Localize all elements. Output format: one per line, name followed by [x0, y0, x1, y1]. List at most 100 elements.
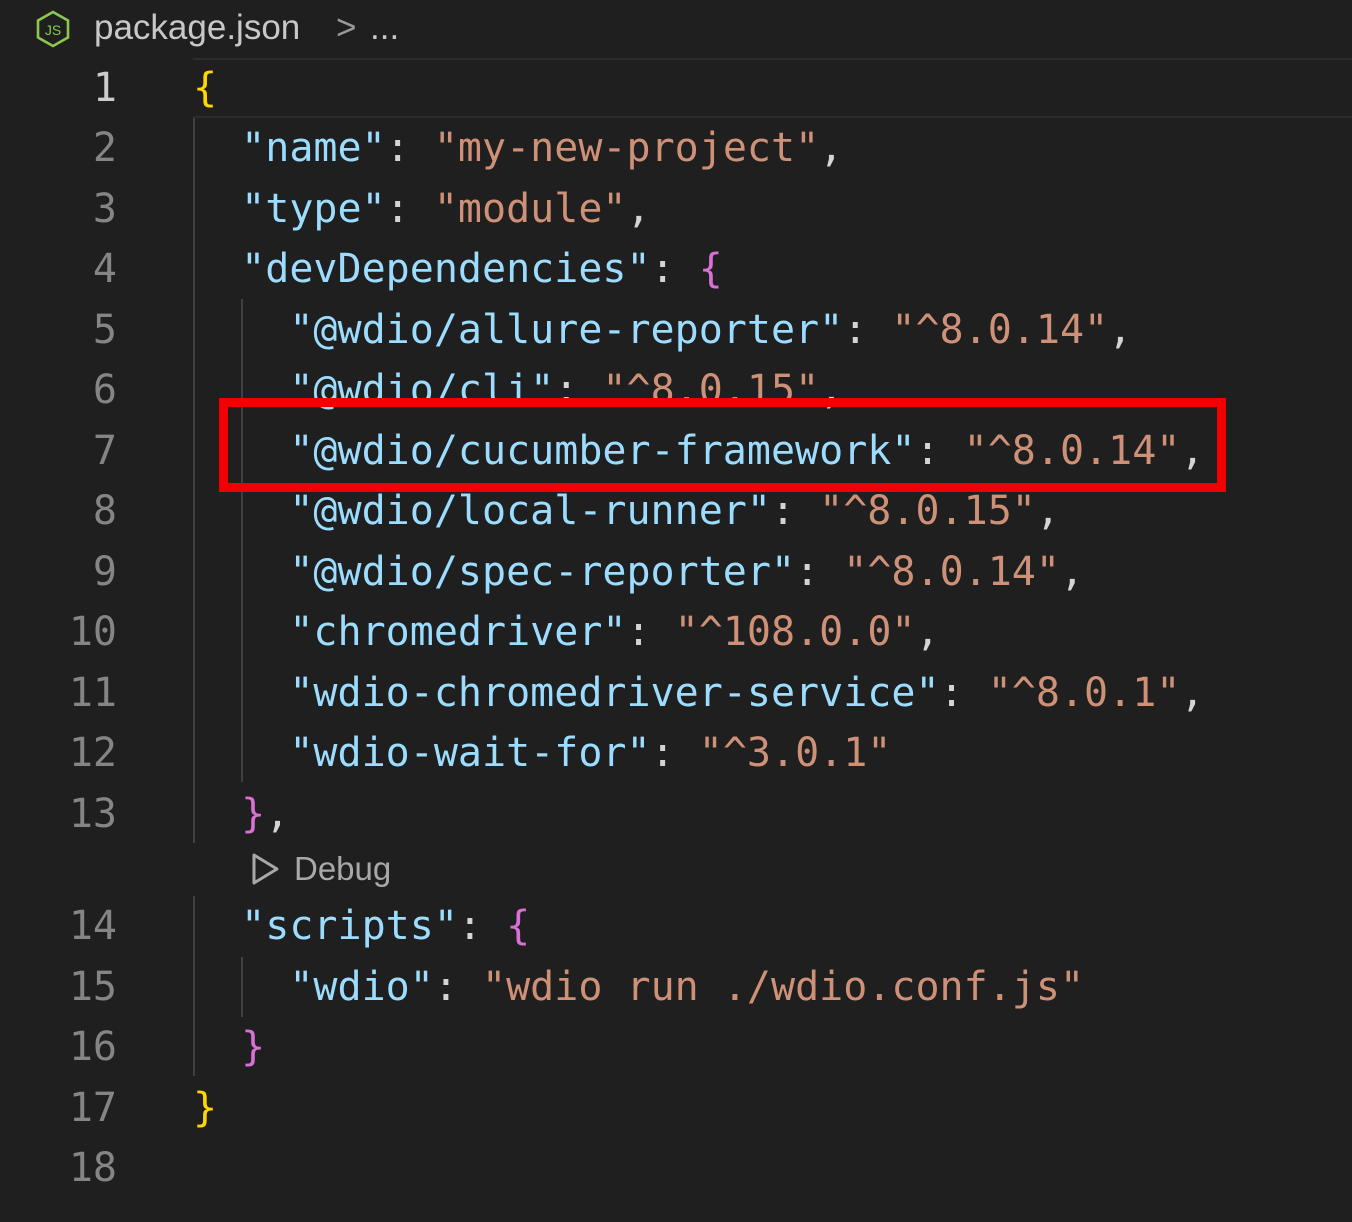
- colon: :: [650, 730, 699, 776]
- code-line: 16 }: [0, 1017, 1352, 1077]
- json-key: "wdio-chromedriver-service": [289, 670, 940, 716]
- line-number: 1: [92, 65, 117, 111]
- line-code: "wdio-chromedriver-service": "^8.0.1",: [193, 663, 1204, 723]
- svg-text:JS: JS: [45, 22, 61, 38]
- open-brace: {: [193, 65, 218, 111]
- json-value: "^8.0.1": [987, 670, 1181, 716]
- code-line: 17 }: [0, 1078, 1352, 1138]
- comma: ,: [1180, 428, 1205, 474]
- comma: ,: [1035, 488, 1060, 534]
- colon: :: [770, 488, 820, 534]
- close-brace: }: [241, 1024, 266, 1070]
- line-code: {: [193, 58, 217, 118]
- colon: :: [843, 307, 892, 353]
- line-code: "devDependencies": {: [193, 239, 723, 299]
- colon: :: [915, 428, 964, 474]
- colon: :: [433, 964, 482, 1010]
- json-key: "wdio": [289, 964, 434, 1010]
- json-key: "wdio-wait-for": [289, 730, 651, 776]
- chevron-right-icon: >: [336, 8, 357, 47]
- colon: :: [385, 186, 434, 232]
- colon: :: [650, 246, 699, 292]
- code-line: 3 "type": "module",: [0, 179, 1352, 239]
- json-value: "^8.0.14": [963, 428, 1181, 474]
- line-number: 6: [92, 367, 117, 413]
- open-brace: {: [506, 903, 531, 949]
- line-code: "chromedriver": "^108.0.0",: [193, 602, 940, 662]
- comma: ,: [819, 125, 844, 171]
- json-key: "@wdio/allure-reporter": [289, 307, 844, 353]
- line-number: 14: [68, 903, 117, 949]
- code-line: 12 "wdio-wait-for": "^3.0.1": [0, 723, 1352, 783]
- line-code: "@wdio/local-runner": "^8.0.15",: [193, 481, 1060, 541]
- code-line: 6 "@wdio/cli": "^8.0.15",: [0, 360, 1352, 420]
- code-line: 1 {: [0, 58, 1352, 118]
- json-value: "my-new-project": [433, 125, 820, 171]
- nodejs-icon[interactable]: JS: [34, 10, 72, 48]
- colon: :: [385, 125, 434, 171]
- json-key: "scripts": [241, 903, 458, 949]
- json-key: "devDependencies": [241, 246, 651, 292]
- code-line: 4 "devDependencies": {: [0, 239, 1352, 299]
- line-number: 10: [68, 609, 117, 655]
- line-code: "name": "my-new-project",: [193, 118, 843, 178]
- play-outline-icon: [252, 853, 279, 885]
- comma: ,: [1108, 307, 1133, 353]
- json-key: "@wdio/cli": [289, 367, 555, 413]
- line-code: }: [193, 1078, 217, 1138]
- close-brace: }: [241, 791, 266, 837]
- line-number: 3: [92, 186, 117, 232]
- json-value: "^8.0.14": [891, 307, 1109, 353]
- line-code: "scripts": {: [193, 896, 530, 956]
- line-code: "type": "module",: [193, 179, 650, 239]
- line-number: 12: [68, 730, 117, 776]
- line-number: 15: [68, 964, 117, 1010]
- colon: :: [939, 670, 988, 716]
- breadcrumb-ellipsis[interactable]: ...: [370, 8, 399, 48]
- json-value: "^8.0.14": [843, 549, 1060, 595]
- comma: ,: [915, 609, 940, 655]
- breadcrumb-file-name[interactable]: package.json: [94, 8, 300, 48]
- code-line: 13 },: [0, 784, 1352, 844]
- json-key: "chromedriver": [289, 609, 627, 655]
- comma: ,: [265, 791, 290, 837]
- json-value: "^3.0.1": [698, 730, 892, 776]
- line-code: "@wdio/cli": "^8.0.15",: [193, 360, 843, 420]
- code-line: 2 "name": "my-new-project",: [0, 118, 1352, 178]
- code-line: 7 "@wdio/cucumber-framework": "^8.0.14",: [0, 421, 1352, 481]
- json-key: "name": [241, 125, 386, 171]
- line-number: 11: [68, 670, 117, 716]
- line-code: "wdio": "wdio run ./wdio.conf.js": [193, 957, 1084, 1017]
- line-number: 7: [92, 428, 117, 474]
- line-number: 18: [68, 1145, 117, 1191]
- code-line: 9 "@wdio/spec-reporter": "^8.0.14",: [0, 542, 1352, 602]
- json-value: "^8.0.15": [602, 367, 820, 413]
- line-code: "wdio-wait-for": "^3.0.1": [193, 723, 891, 783]
- line-code: "@wdio/spec-reporter": "^8.0.14",: [193, 542, 1084, 602]
- close-brace: }: [193, 1085, 218, 1131]
- colon: :: [457, 903, 507, 949]
- comma: ,: [1180, 670, 1205, 716]
- open-brace: {: [698, 246, 723, 292]
- line-code: }: [193, 1017, 265, 1077]
- colon: :: [795, 549, 844, 595]
- code-line: 18: [0, 1138, 1352, 1198]
- comma: ,: [1059, 549, 1085, 595]
- json-value: "module": [433, 186, 627, 232]
- line-number: 4: [92, 246, 117, 292]
- line-code: },: [193, 784, 289, 844]
- colon: :: [626, 609, 675, 655]
- breadcrumb: JS package.json > ...: [0, 0, 1352, 58]
- comma: ,: [819, 367, 844, 413]
- json-value: "^8.0.15": [819, 488, 1036, 534]
- line-number: 8: [92, 488, 117, 534]
- line-code: "@wdio/cucumber-framework": "^8.0.14",: [193, 421, 1204, 481]
- code-line: 10 "chromedriver": "^108.0.0",: [0, 602, 1352, 662]
- code-line: 11 "wdio-chromedriver-service": "^8.0.1"…: [0, 663, 1352, 723]
- line-number: 5: [92, 307, 117, 353]
- json-key: "@wdio/local-runner": [289, 488, 771, 534]
- debug-codelens[interactable]: Debug: [250, 845, 391, 893]
- code-line: 5 "@wdio/allure-reporter": "^8.0.14",: [0, 300, 1352, 360]
- code-line: 15 "wdio": "wdio run ./wdio.conf.js": [0, 957, 1352, 1017]
- code-line: 8 "@wdio/local-runner": "^8.0.15",: [0, 481, 1352, 541]
